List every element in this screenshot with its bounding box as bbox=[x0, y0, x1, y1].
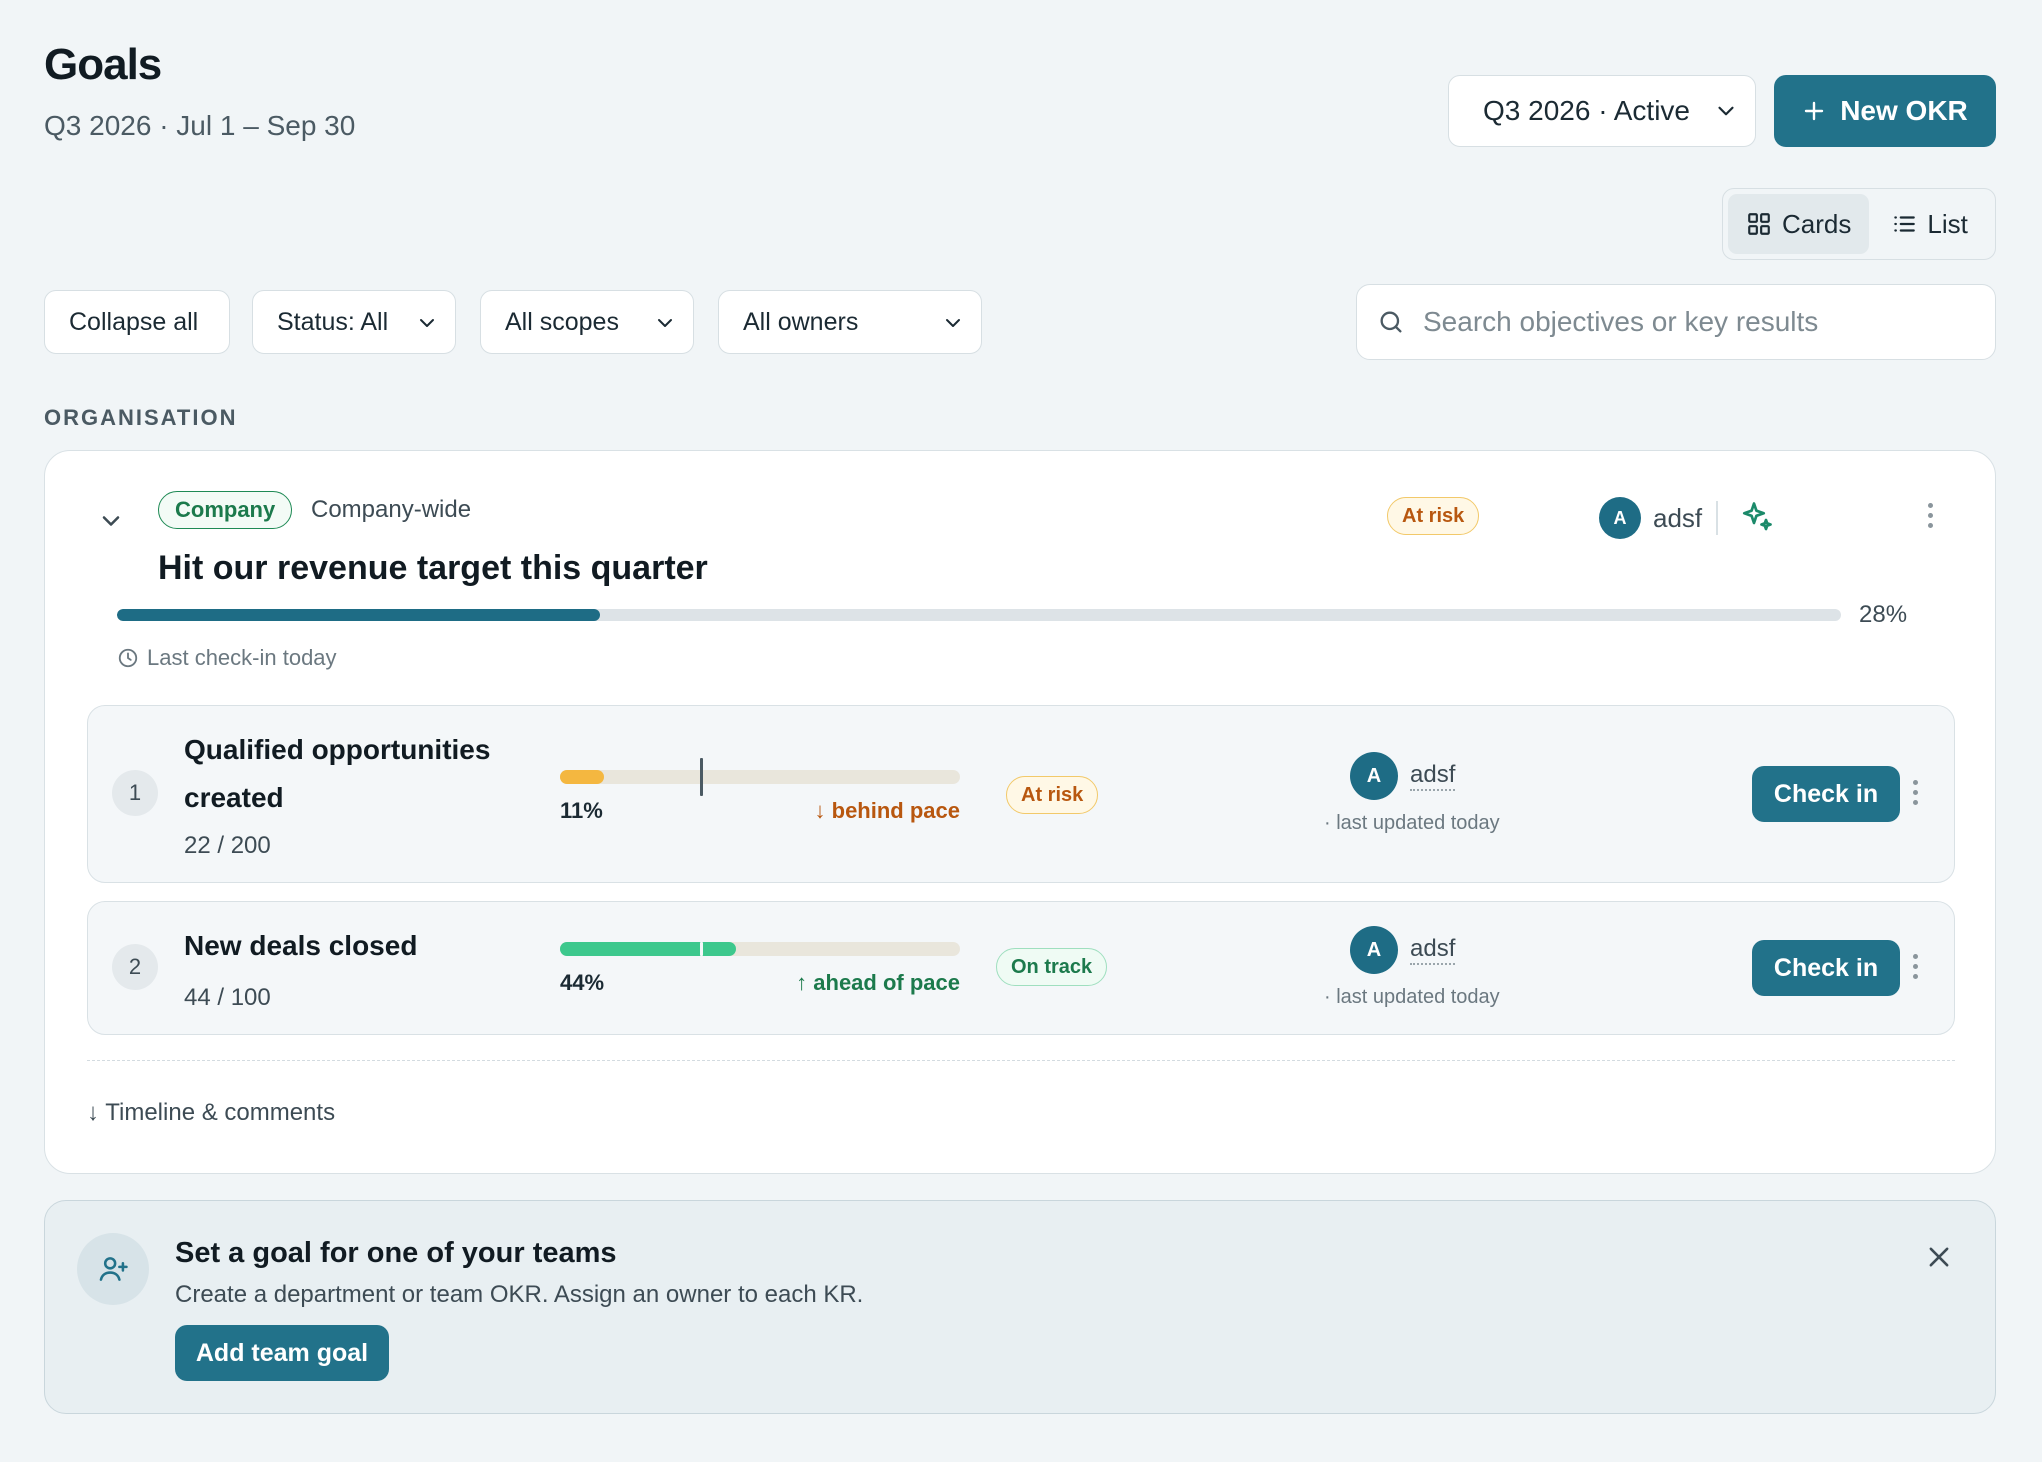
add-team-goal-button[interactable]: Add team goal bbox=[175, 1325, 389, 1381]
owner-name: adsf bbox=[1410, 935, 1456, 965]
kebab-icon[interactable] bbox=[1910, 780, 1920, 805]
status-badge: At risk bbox=[1006, 776, 1099, 814]
owner-name: adsf bbox=[1410, 761, 1456, 791]
pace-marker bbox=[700, 942, 703, 956]
close-icon[interactable] bbox=[1925, 1243, 1953, 1271]
objective-progress-fill bbox=[117, 609, 600, 621]
kebab-icon[interactable] bbox=[1910, 954, 1920, 979]
pace-marker bbox=[700, 758, 703, 796]
kr-index: 2 bbox=[112, 944, 158, 990]
chevron-down-icon bbox=[1718, 106, 1734, 116]
collapse-all-label: Collapse all bbox=[69, 307, 199, 336]
scope-filter-value: All scopes bbox=[505, 307, 619, 336]
quarter-select[interactable]: Q3 2026 · Active bbox=[1448, 75, 1756, 147]
view-toggle: Cards List bbox=[1722, 188, 1996, 260]
pace-indicator: ↑ ahead of pace bbox=[796, 970, 960, 995]
kebab-icon[interactable] bbox=[1925, 503, 1935, 528]
objective-progress-label: 28% bbox=[1859, 601, 1908, 628]
kr-title[interactable]: Qualified opportunities created bbox=[184, 726, 490, 822]
timeline-comments-link[interactable]: ↓ Timeline & comments bbox=[87, 1099, 335, 1127]
kr-updated: · last updated today bbox=[1324, 986, 1500, 1008]
section-label: ORGANISATION bbox=[44, 405, 238, 430]
chevron-down-icon bbox=[946, 319, 960, 327]
kr-title-line: New deals closed bbox=[184, 930, 418, 961]
clock-icon bbox=[118, 648, 138, 668]
status-filter-value: Status: All bbox=[277, 307, 389, 336]
divider bbox=[87, 1060, 1955, 1061]
kr-title-line: Qualified opportunities bbox=[184, 734, 491, 765]
view-list-label: List bbox=[1927, 208, 1968, 239]
list-icon bbox=[1894, 216, 1916, 232]
page-title: Goals bbox=[44, 40, 162, 89]
avatar: A bbox=[1350, 926, 1398, 974]
view-cards-label: Cards bbox=[1782, 208, 1852, 239]
owner-filter[interactable]: All owners bbox=[718, 290, 982, 354]
new-okr-button[interactable]: New OKR bbox=[1774, 75, 1996, 147]
collapse-all-button[interactable]: Collapse all bbox=[44, 290, 230, 354]
kr-updated: · last updated today bbox=[1324, 812, 1500, 834]
objective-title[interactable]: Hit our revenue target this quarter bbox=[158, 549, 708, 588]
avatar: A bbox=[1350, 752, 1398, 800]
kr-index: 1 bbox=[112, 770, 158, 816]
kr-title-line: created bbox=[184, 782, 284, 813]
kr-owner[interactable]: A adsf bbox=[1350, 926, 1456, 974]
objective-card: Company Company-wide Hit our revenue tar… bbox=[44, 450, 1996, 1174]
divider bbox=[1716, 501, 1718, 535]
kr-progress-bar bbox=[560, 942, 960, 956]
quarter-select-value: Q3 2026 · Active bbox=[1483, 95, 1691, 126]
check-in-button[interactable]: Check in bbox=[1752, 766, 1900, 822]
key-result-row: 2 New deals closed 44 / 100 44% ↑ ahead … bbox=[87, 901, 1955, 1035]
status-filter[interactable]: Status: All bbox=[252, 290, 456, 354]
kr-title[interactable]: New deals closed bbox=[184, 922, 417, 970]
kr-owner[interactable]: A adsf bbox=[1350, 752, 1456, 800]
team-prompt-description: Create a department or team OKR. Assign … bbox=[175, 1281, 864, 1308]
scope-text: Company-wide bbox=[311, 496, 472, 523]
search-input[interactable] bbox=[1423, 306, 1963, 338]
search-icon bbox=[1380, 311, 1402, 333]
chevron-down-icon[interactable] bbox=[97, 507, 125, 535]
owner-name: adsf bbox=[1653, 502, 1703, 533]
avatar: A bbox=[1599, 497, 1641, 539]
kr-progress-bar bbox=[560, 770, 960, 784]
check-in-button[interactable]: Check in bbox=[1752, 940, 1900, 996]
grid-icon bbox=[1748, 213, 1770, 235]
scope-filter[interactable]: All scopes bbox=[480, 290, 694, 354]
kr-count: 44 / 100 bbox=[184, 984, 271, 1011]
key-result-row: 1 Qualified opportunities created 22 / 2… bbox=[87, 705, 1955, 883]
last-checkin-text: Last check-in today bbox=[147, 645, 337, 670]
kr-percent: 11% bbox=[560, 798, 603, 823]
team-goal-prompt: Set a goal for one of your teams Create … bbox=[44, 1200, 1996, 1414]
chevron-down-icon bbox=[658, 319, 672, 327]
chevron-down-icon bbox=[420, 319, 434, 327]
team-prompt-title: Set a goal for one of your teams bbox=[175, 1237, 617, 1269]
kr-percent: 44% bbox=[560, 970, 605, 995]
objective-owner[interactable]: A adsf bbox=[1599, 497, 1702, 539]
kr-progress-fill bbox=[560, 942, 736, 956]
view-list-button[interactable]: List bbox=[1873, 194, 1985, 254]
last-checkin: Last check-in today bbox=[117, 645, 337, 671]
search-box bbox=[1356, 284, 1996, 360]
status-badge: At risk bbox=[1387, 497, 1480, 535]
view-cards-button[interactable]: Cards bbox=[1728, 194, 1870, 254]
new-okr-label: New OKR bbox=[1840, 95, 1968, 126]
scope-badge: Company bbox=[158, 491, 293, 529]
user-plus-icon bbox=[77, 1233, 149, 1305]
owner-filter-value: All owners bbox=[743, 307, 859, 336]
plus-icon bbox=[1805, 101, 1824, 121]
objective-progress-bar bbox=[117, 609, 1841, 621]
status-badge: On track bbox=[996, 948, 1108, 986]
page-subtitle: Q3 2026 · Jul 1 – Sep 30 bbox=[44, 110, 356, 141]
kr-progress-fill bbox=[560, 770, 604, 784]
kr-count: 22 / 200 bbox=[184, 832, 271, 859]
pace-indicator: ↓ behind pace bbox=[814, 798, 960, 823]
sparkle-icon[interactable] bbox=[1739, 499, 1775, 535]
